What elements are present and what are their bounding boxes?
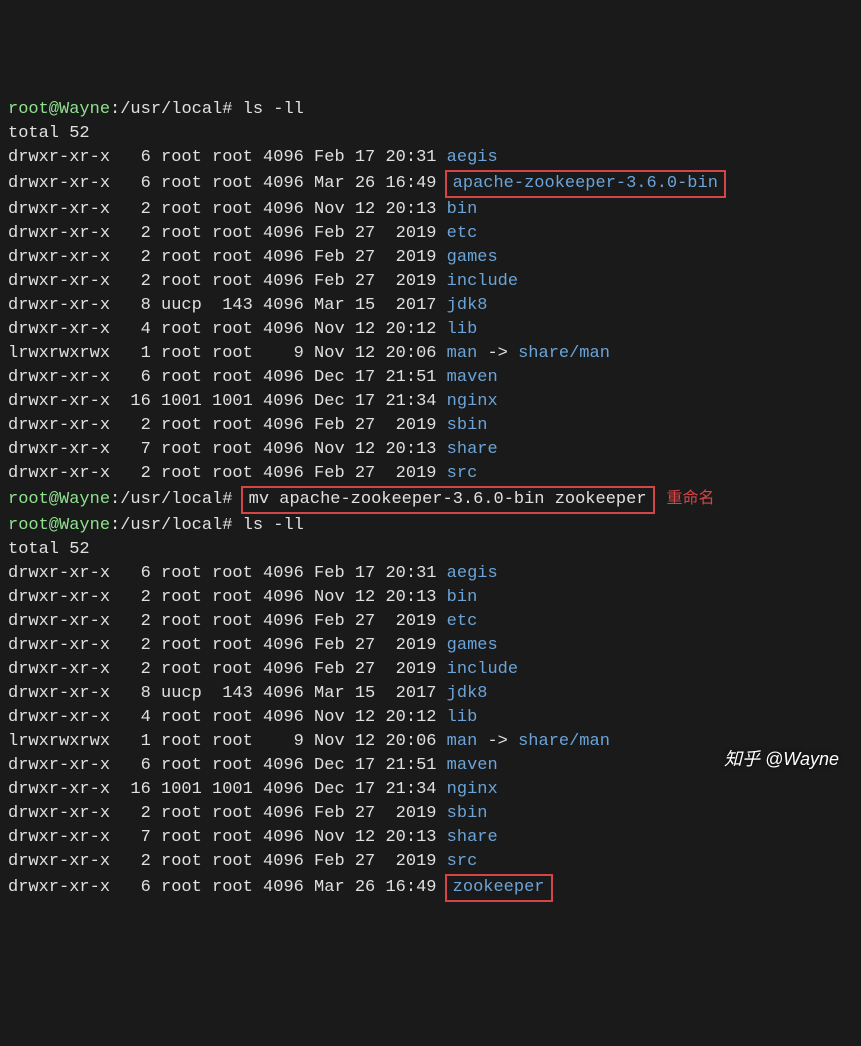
file-attrs: drwxr-xr-x 2 root root 4096 Feb 27 2019 [8,804,447,823]
directory-name: src [447,852,478,871]
directory-name: maven [447,756,498,775]
total-line: total 52 [8,540,90,559]
directory-name: jdk8 [447,684,488,703]
directory-name-highlight: zookeeper [445,874,553,902]
directory-name-highlight: apache-zookeeper-3.6.0-bin [445,170,726,198]
file-attrs: drwxr-xr-x 6 root root 4096 Feb 17 20:31 [8,564,447,583]
file-attrs: drwxr-xr-x 2 root root 4096 Feb 27 2019 [8,416,447,435]
shell-prompt: root@Wayne [8,516,110,535]
directory-name: etc [447,224,478,243]
file-attrs: drwxr-xr-x 2 root root 4096 Feb 27 2019 [8,660,447,679]
directory-name: man [447,344,478,363]
file-attrs: drwxr-xr-x 6 root root 4096 Mar 26 16:49 [8,174,447,193]
directory-name: include [447,660,518,679]
shell-prompt: root@Wayne [8,100,110,119]
file-attrs: drwxr-xr-x 6 root root 4096 Dec 17 21:51 [8,368,447,387]
directory-name: share [447,828,498,847]
file-attrs: drwxr-xr-x 2 root root 4096 Feb 27 2019 [8,464,447,483]
shell-prompt: root@Wayne [8,490,110,509]
directory-name: jdk8 [447,296,488,315]
file-attrs: drwxr-xr-x 4 root root 4096 Nov 12 20:12 [8,320,447,339]
file-attrs: drwxr-xr-x 6 root root 4096 Feb 17 20:31 [8,148,447,167]
symlink-target: share/man [518,344,610,363]
file-attrs: drwxr-xr-x 2 root root 4096 Nov 12 20:13 [8,588,447,607]
directory-name: include [447,272,518,291]
symlink-arrow: -> [487,344,507,363]
file-attrs: drwxr-xr-x 7 root root 4096 Nov 12 20:13 [8,828,447,847]
directory-name: bin [447,200,478,219]
command-text: ls -ll [232,100,303,119]
directory-name: games [447,248,498,267]
directory-name: lib [447,708,478,727]
directory-name: games [447,636,498,655]
file-attrs: lrwxrwxrwx 1 root root 9 Nov 12 20:06 [8,344,447,363]
directory-name: etc [447,612,478,631]
directory-name: src [447,464,478,483]
directory-name: nginx [447,780,498,799]
command-text: ls -ll [232,516,303,535]
terminal-output[interactable]: root@Wayne:/usr/local# ls -lltotal 52drw… [8,98,861,902]
directory-name: aegis [447,148,498,167]
directory-name: lib [447,320,478,339]
file-attrs: drwxr-xr-x 8 uucp 143 4096 Mar 15 2017 [8,296,447,315]
file-attrs: drwxr-xr-x 2 root root 4096 Feb 27 2019 [8,224,447,243]
file-attrs: drwxr-xr-x 2 root root 4096 Feb 27 2019 [8,272,447,291]
symlink-arrow: -> [487,732,507,751]
file-attrs: drwxr-xr-x 2 root root 4096 Feb 27 2019 [8,248,447,267]
command-highlight: mv apache-zookeeper-3.6.0-bin zookeeper [241,486,655,514]
directory-name: aegis [447,564,498,583]
file-attrs: drwxr-xr-x 16 1001 1001 4096 Dec 17 21:3… [8,392,447,411]
file-attrs: drwxr-xr-x 2 root root 4096 Feb 27 2019 [8,852,447,871]
file-attrs: drwxr-xr-x 8 uucp 143 4096 Mar 15 2017 [8,684,447,703]
annotation-rename: 重命名 [667,487,715,511]
directory-name: sbin [447,804,488,823]
file-attrs: drwxr-xr-x 6 root root 4096 Dec 17 21:51 [8,756,447,775]
file-attrs: drwxr-xr-x 2 root root 4096 Feb 27 2019 [8,636,447,655]
total-line: total 52 [8,124,90,143]
file-attrs: drwxr-xr-x 4 root root 4096 Nov 12 20:12 [8,708,447,727]
directory-name: bin [447,588,478,607]
file-attrs: lrwxrwxrwx 1 root root 9 Nov 12 20:06 [8,732,447,751]
directory-name: sbin [447,416,488,435]
directory-name: share [447,440,498,459]
file-attrs: drwxr-xr-x 6 root root 4096 Mar 26 16:49 [8,878,447,897]
directory-name: man [447,732,478,751]
file-attrs: drwxr-xr-x 7 root root 4096 Nov 12 20:13 [8,440,447,459]
file-attrs: drwxr-xr-x 2 root root 4096 Feb 27 2019 [8,612,447,631]
directory-name: nginx [447,392,498,411]
symlink-target: share/man [518,732,610,751]
file-attrs: drwxr-xr-x 16 1001 1001 4096 Dec 17 21:3… [8,780,447,799]
file-attrs: drwxr-xr-x 2 root root 4096 Nov 12 20:13 [8,200,447,219]
directory-name: maven [447,368,498,387]
